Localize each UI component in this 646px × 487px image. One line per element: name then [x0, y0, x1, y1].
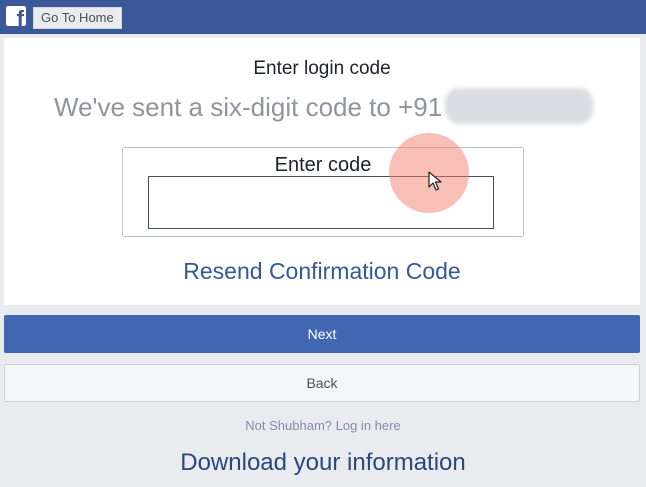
- top-bar: f Go To Home: [0, 0, 646, 34]
- download-information-link[interactable]: Download your information: [0, 449, 646, 477]
- go-to-home-button[interactable]: Go To Home: [33, 7, 122, 29]
- resend-code-link[interactable]: Resend Confirmation Code: [4, 258, 640, 285]
- login-code-card: Enter login code We've sent a six-digit …: [4, 38, 640, 305]
- back-button[interactable]: Back: [4, 364, 640, 402]
- page-title: Enter login code: [253, 58, 391, 79]
- redacted-phone-number: [445, 88, 593, 124]
- next-button[interactable]: Next: [4, 315, 640, 353]
- mouse-cursor-icon: [428, 171, 442, 196]
- facebook-logo-icon[interactable]: f: [6, 6, 26, 26]
- facebook-logo-letter: f: [16, 6, 24, 27]
- not-you-link[interactable]: Not Shubham? Log in here: [0, 418, 646, 433]
- code-sent-message: We've sent a six-digit code to +91: [54, 92, 443, 122]
